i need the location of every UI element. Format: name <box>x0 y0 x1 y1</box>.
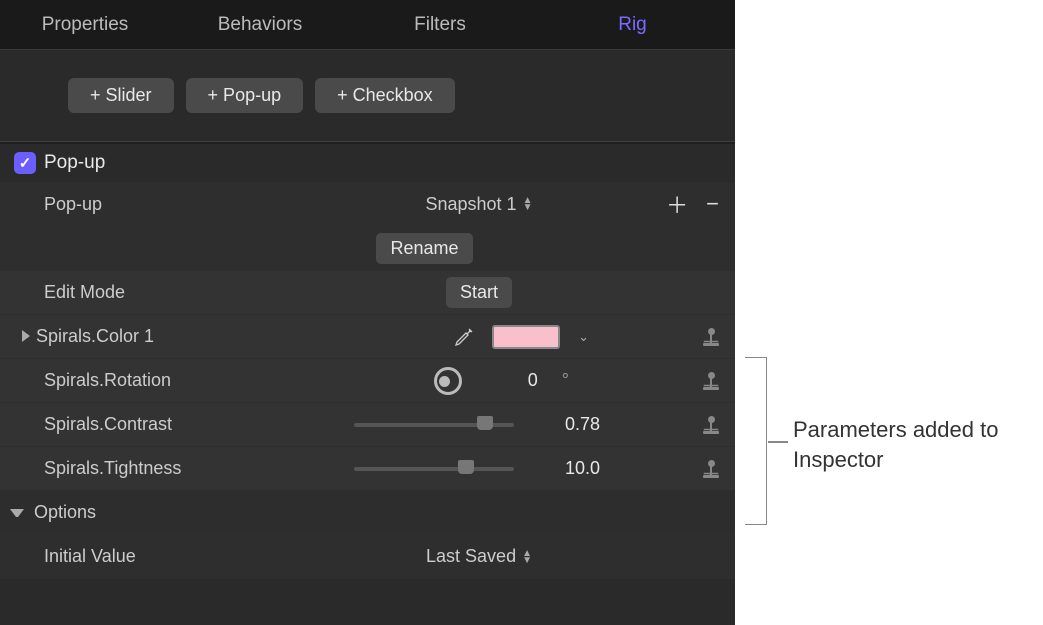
rotation-value[interactable]: 0 <box>482 370 542 391</box>
tightness-value[interactable]: 10.0 <box>544 458 604 479</box>
annotation-area: Parameters added to Inspector <box>735 0 1043 625</box>
popup-section-label: Pop-up <box>44 152 105 174</box>
param-label-rotation: Spirals.Rotation <box>16 370 329 391</box>
param-label-tightness: Spirals.Tightness <box>16 458 329 479</box>
tightness-slider[interactable] <box>354 467 514 471</box>
tab-properties[interactable]: Properties <box>0 0 170 49</box>
chevron-down-icon[interactable]: ⌄ <box>578 329 589 345</box>
stepper-icon: ▲▼ <box>522 550 532 564</box>
color-swatch[interactable] <box>492 325 560 349</box>
callout-text: Parameters added to Inspector <box>793 415 1043 474</box>
contrast-slider[interactable] <box>354 423 514 427</box>
keyframe-icon[interactable] <box>703 372 719 390</box>
degree-unit: ° <box>562 370 569 391</box>
rotation-param-row: Spirals.Rotation 0 ° <box>0 359 735 403</box>
rename-button[interactable]: Rename <box>376 233 472 264</box>
initial-value-select[interactable]: Last Saved ▲▼ <box>426 546 532 567</box>
remove-snapshot-button[interactable]: − <box>706 191 719 217</box>
chevron-down-icon[interactable] <box>10 509 24 517</box>
contrast-param-row: Spirals.Contrast 0.78 <box>0 403 735 447</box>
tab-filters[interactable]: Filters <box>350 0 530 49</box>
add-popup-button[interactable]: + Pop-up <box>186 78 304 113</box>
contrast-value[interactable]: 0.78 <box>544 414 604 435</box>
eyedropper-icon[interactable] <box>452 326 474 348</box>
rotation-dial[interactable] <box>434 367 462 395</box>
options-header-row: Options <box>0 491 735 535</box>
options-label: Options <box>30 502 719 523</box>
rig-toolbar: + Slider + Pop-up + Checkbox <box>0 50 735 141</box>
callout-bracket <box>745 357 767 525</box>
keyframe-icon[interactable] <box>703 328 719 346</box>
add-snapshot-button[interactable]: ＋ <box>666 188 688 220</box>
popup-row: Pop-up Snapshot 1 ▲▼ ＋ − <box>0 182 735 227</box>
tab-rig[interactable]: Rig <box>530 0 735 49</box>
edit-mode-label: Edit Mode <box>16 282 329 303</box>
param-label-color: Spirals.Color 1 <box>30 326 329 347</box>
initial-value-row: Initial Value Last Saved ▲▼ <box>0 535 735 579</box>
edit-mode-row: Edit Mode Start <box>0 271 735 315</box>
popup-enable-checkbox[interactable]: ✓ <box>14 152 36 174</box>
param-label-contrast: Spirals.Contrast <box>16 414 329 435</box>
add-checkbox-button[interactable]: + Checkbox <box>315 78 455 113</box>
inspector-panel: Properties Behaviors Filters Rig + Slide… <box>0 0 735 625</box>
keyframe-icon[interactable] <box>703 460 719 478</box>
rename-row: Rename <box>0 227 735 271</box>
stepper-icon: ▲▼ <box>523 197 533 211</box>
tab-bar: Properties Behaviors Filters Rig <box>0 0 735 50</box>
color-param-row: Spirals.Color 1 ⌄ <box>0 315 735 359</box>
initial-value-label: Initial Value <box>16 546 329 567</box>
snapshot-select[interactable]: Snapshot 1 ▲▼ <box>426 194 533 215</box>
popup-section-header: ✓ Pop-up <box>0 144 735 182</box>
popup-param-label: Pop-up <box>16 194 329 215</box>
tightness-param-row: Spirals.Tightness 10.0 <box>0 447 735 491</box>
add-slider-button[interactable]: + Slider <box>68 78 174 113</box>
start-button[interactable]: Start <box>446 277 512 308</box>
tab-behaviors[interactable]: Behaviors <box>170 0 350 49</box>
keyframe-icon[interactable] <box>703 416 719 434</box>
